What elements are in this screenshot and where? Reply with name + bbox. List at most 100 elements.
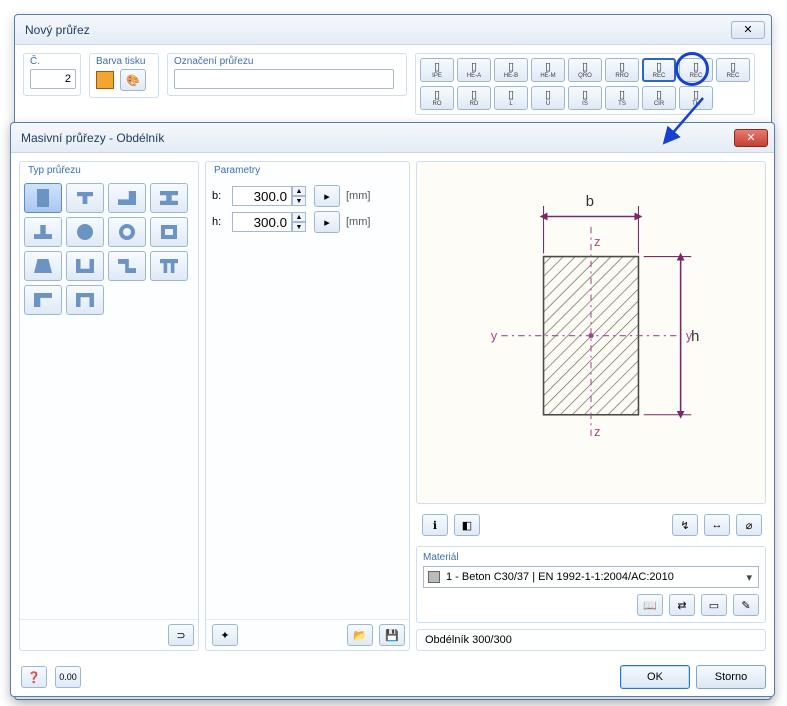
help-button[interactable]: ❓ xyxy=(21,666,47,688)
material-select[interactable]: 1 - Beton C30/37 | EN 1992-1-1:2004/AC:2… xyxy=(423,566,759,588)
shape-tee[interactable] xyxy=(66,183,104,213)
child-close-button[interactable]: ✕ xyxy=(734,129,768,147)
profile-icon: ▯ xyxy=(582,62,588,73)
child-body-wrap: Typ průřezu xyxy=(11,153,774,659)
profile-icon: ▯ xyxy=(619,62,625,73)
profile-icon: ▯ xyxy=(471,90,477,101)
h-spin-up[interactable]: ▲ xyxy=(292,212,306,222)
profile-icon: ▯ xyxy=(656,62,662,73)
lib-label: IS xyxy=(582,101,588,107)
oznaceni-input[interactable] xyxy=(174,69,394,89)
axes-button[interactable]: ↯ xyxy=(672,514,698,536)
profile-icon: ▯ xyxy=(656,90,662,101)
lib-qro[interactable]: ▯QRO xyxy=(568,58,602,82)
profile-icon: ▯ xyxy=(693,62,699,73)
shape-trapezoid[interactable] xyxy=(24,251,62,281)
b-unit: [mm] xyxy=(346,190,370,202)
lib-l[interactable]: ▯L xyxy=(494,86,528,110)
shape-inv-tee[interactable] xyxy=(24,217,62,247)
profile-icon: ▯ xyxy=(508,90,514,101)
lib-he-b[interactable]: ▯HE-B xyxy=(494,58,528,82)
profile-icon: ▯ xyxy=(434,62,440,73)
ok-button[interactable]: OK xyxy=(620,665,690,689)
material-new-button[interactable]: ▭ xyxy=(701,594,727,616)
lib-is[interactable]: ▯IS xyxy=(568,86,602,110)
param-save-button[interactable]: 💾 xyxy=(379,624,405,646)
lib-label: TH xyxy=(692,101,700,107)
b-spin-up[interactable]: ▲ xyxy=(292,186,306,196)
svg-text:z: z xyxy=(594,425,600,439)
shape-rect-solid[interactable] xyxy=(24,183,62,213)
h-input[interactable] xyxy=(232,212,292,232)
panel-typ: Typ průřezu xyxy=(19,161,199,651)
param-open-button[interactable]: 📂 xyxy=(347,624,373,646)
b-pick-button[interactable]: ▸ xyxy=(314,185,340,207)
lib-ro[interactable]: ▯RO xyxy=(420,86,454,110)
param-favorite-button[interactable]: ✦ xyxy=(212,624,238,646)
b-input[interactable] xyxy=(232,186,292,206)
lib-u[interactable]: ▯U xyxy=(531,86,565,110)
preview-h-label: h xyxy=(691,329,699,345)
shape-i[interactable] xyxy=(150,183,188,213)
shape-box-hollow[interactable] xyxy=(150,217,188,247)
shape-circle-solid[interactable] xyxy=(66,217,104,247)
lib-th[interactable]: ▯TH xyxy=(679,86,713,110)
lib-he-a[interactable]: ▯HE-A xyxy=(457,58,491,82)
values-button[interactable]: ⌀ xyxy=(736,514,762,536)
lib-rec[interactable]: ▯REC xyxy=(679,58,713,82)
info-button[interactable]: ℹ xyxy=(422,514,448,536)
c-input[interactable] xyxy=(30,69,76,89)
panel-param: Parametry b: ▲ ▼ ▸ [mm] xyxy=(205,161,410,651)
lib-label: QRO xyxy=(578,73,592,79)
material-library-button[interactable]: 📖 xyxy=(637,594,663,616)
material-transfer-button[interactable]: ⇄ xyxy=(669,594,695,616)
lib-label: REC xyxy=(727,73,740,79)
storno-button[interactable]: Storno xyxy=(696,665,766,689)
shape-inv-l[interactable] xyxy=(108,183,146,213)
profile-library: ▯IPE▯HE-A▯HE-B▯HE-M▯QRO▯RRO▯REC▯REC▯REC … xyxy=(415,53,755,115)
child-footer: ❓ 0.00 OK Storno xyxy=(11,659,774,695)
material-header: Materiál xyxy=(423,549,759,566)
barva-label: Barva tisku xyxy=(96,56,152,67)
parent-close-button[interactable]: ✕ xyxy=(731,21,765,39)
lib-rec[interactable]: ▯REC xyxy=(716,58,750,82)
material-box: Materiál 1 - Beton C30/37 | EN 1992-1-1:… xyxy=(416,546,766,623)
lib-cir[interactable]: ▯CIR xyxy=(642,86,676,110)
shape-z[interactable] xyxy=(108,251,146,281)
shape-channel-up[interactable] xyxy=(66,251,104,281)
lib-rro[interactable]: ▯RRO xyxy=(605,58,639,82)
lib-rd[interactable]: ▯RD xyxy=(457,86,491,110)
color-picker-button[interactable]: 🎨 xyxy=(120,69,146,91)
h-label: h: xyxy=(212,216,226,228)
h-pick-button[interactable]: ▸ xyxy=(314,211,340,233)
lib-label: RD xyxy=(470,101,479,107)
c-label: Č. xyxy=(30,56,74,67)
oznaceni-label: Označení průřezu xyxy=(174,56,400,67)
lib-ts[interactable]: ▯TS xyxy=(605,86,639,110)
reset-icon: ⊃ xyxy=(176,629,185,642)
units-button[interactable]: 0.00 xyxy=(55,666,81,688)
description-text: Obdélník 300/300 xyxy=(425,634,512,646)
dimension-button[interactable]: ↔ xyxy=(704,514,730,536)
typ-reset-button[interactable]: ⊃ xyxy=(168,624,194,646)
color-swatch[interactable] xyxy=(96,71,114,89)
b-spin-down[interactable]: ▼ xyxy=(292,196,306,206)
lib-label: RO xyxy=(433,101,442,107)
shape-pi[interactable] xyxy=(150,251,188,281)
stress-button[interactable]: ◧ xyxy=(454,514,480,536)
lib-ipe[interactable]: ▯IPE xyxy=(420,58,454,82)
close-icon: ✕ xyxy=(743,23,752,36)
h-spin-down[interactable]: ▼ xyxy=(292,222,306,232)
shape-channel-down[interactable] xyxy=(66,285,104,315)
shape-l-bottom[interactable] xyxy=(24,285,62,315)
shape-ring[interactable] xyxy=(108,217,146,247)
typ-header: Typ průřezu xyxy=(20,162,198,179)
save-icon: 💾 xyxy=(385,629,399,642)
lib-he-m[interactable]: ▯HE-M xyxy=(531,58,565,82)
lib-label: HE-B xyxy=(504,73,518,79)
field-c: Č. xyxy=(23,53,81,96)
material-edit-button[interactable]: ✎ xyxy=(733,594,759,616)
lib-rec[interactable]: ▯REC xyxy=(642,58,676,82)
info-icon: ℹ xyxy=(433,519,437,532)
transfer-icon: ⇄ xyxy=(677,599,686,612)
